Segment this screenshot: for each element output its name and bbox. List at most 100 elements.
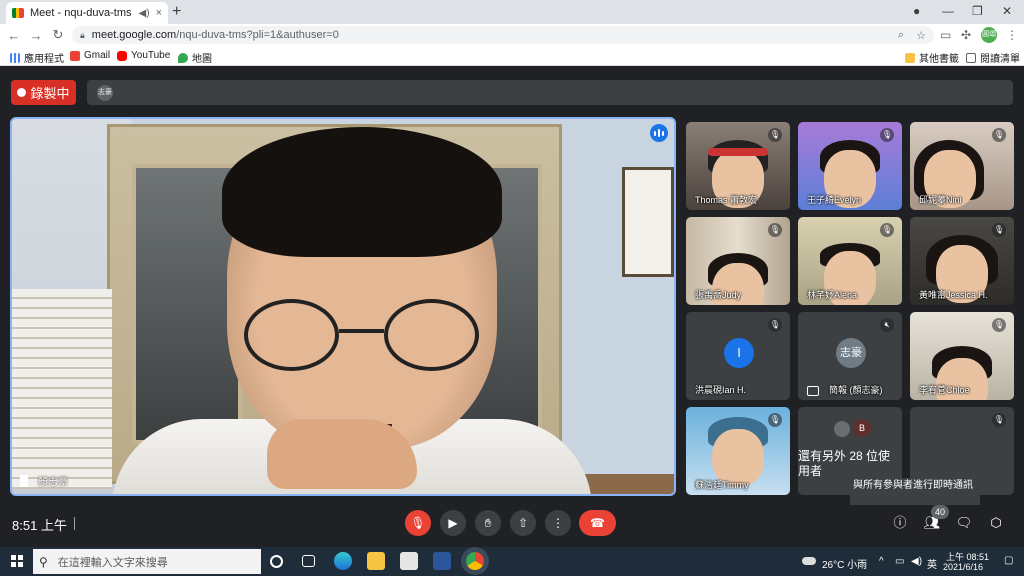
tray-chevron-icon[interactable]: ^ xyxy=(879,556,884,567)
forward-icon[interactable]: → xyxy=(25,28,47,43)
reload-icon[interactable]: ↻ xyxy=(47,27,69,43)
extensions-icon[interactable]: ✣ xyxy=(961,28,971,42)
participant-name: 黃唯甯Jessica H. xyxy=(919,290,988,300)
cast-icon[interactable]: ▭ xyxy=(940,28,951,42)
activities-icon[interactable]: ⬡ xyxy=(987,514,1005,532)
participant-tile[interactable]: 🎙︎ 蘇浩廷Timmy xyxy=(686,407,790,495)
more-options-button[interactable]: ⋮ xyxy=(545,510,571,536)
lock-icon: 🔒︎ xyxy=(80,29,85,40)
bookmark-label: YouTube xyxy=(131,50,171,61)
leave-call-button[interactable]: ☎︎ xyxy=(579,510,616,536)
camera-toggle-button[interactable]: ▶ xyxy=(440,510,466,536)
start-windows-icon[interactable] xyxy=(11,555,23,567)
browser-tab[interactable]: Meet - nqu-duva-tms ◀) × xyxy=(6,2,168,24)
present-now-button[interactable]: ⇧ xyxy=(510,510,536,536)
url-host: meet.google.com xyxy=(91,29,177,41)
raise-hand-button[interactable]: ✋︎ xyxy=(475,510,501,536)
word-icon[interactable] xyxy=(433,552,451,570)
zoom-icon[interactable]: ⌕ xyxy=(898,29,904,42)
participant-tile[interactable]: I 🎙︎ 洪晨硯Ian H. xyxy=(686,312,790,400)
meeting-time: 8:51 上午 xyxy=(12,518,67,533)
bookmark-star-icon[interactable]: ☆ xyxy=(916,29,926,42)
profile-avatar[interactable]: 圓頌 xyxy=(981,27,997,43)
tab-search-icon[interactable]: ● xyxy=(913,4,920,18)
bookmark-youtube[interactable]: YouTube xyxy=(117,50,170,61)
microphone-toggle-button[interactable]: 🎙︎ xyxy=(405,510,431,536)
participant-name: 張禹喬Judy xyxy=(695,290,742,300)
bookmark-other[interactable]: 其他書籤 xyxy=(905,50,959,65)
mic-off-icon: 🎙︎ xyxy=(768,318,782,332)
ime-indicator[interactable]: 英 xyxy=(927,556,937,571)
speaker-figure xyxy=(267,419,417,489)
url-input[interactable]: 🔒︎ meet.google.com/nqu-duva-tms?pli=1&au… xyxy=(72,26,934,44)
mic-off-icon: 🎙︎ xyxy=(992,413,1006,427)
bookmarks-bar: 應用程式 Gmail YouTube 地圖 其他書籤 閱讀清單 xyxy=(0,46,1024,66)
participant-name: 王子綺Evelyn xyxy=(807,195,862,205)
bookmark-label: 其他書籤 xyxy=(919,54,959,65)
presenter-chip[interactable]: 志豪 xyxy=(97,85,113,101)
address-bar-row: ← → ↻ 🔒︎ meet.google.com/nqu-duva-tms?pl… xyxy=(0,24,1024,46)
mic-off-icon: 🎙︎ xyxy=(768,128,782,142)
participant-tile[interactable]: 🎙︎ 王子綺Evelyn xyxy=(798,122,902,210)
participant-tile[interactable]: 🎙︎ 黃唯甯Jessica H. xyxy=(910,217,1014,305)
close-window-icon[interactable]: ✕ xyxy=(1002,4,1012,18)
maps-pin-icon xyxy=(178,52,188,63)
youtube-icon xyxy=(117,50,127,61)
participant-tile[interactable]: 🎙︎ 林芊妤Alena xyxy=(798,217,902,305)
weather-icon xyxy=(802,557,816,565)
tab-close-icon[interactable]: × xyxy=(156,7,162,19)
presentation-tile[interactable]: 志豪 🔇︎ 簡報 (顏志豪) xyxy=(798,312,902,400)
bookmark-apps[interactable]: 應用程式 xyxy=(10,50,64,65)
weather-text[interactable]: 26°C 小雨 xyxy=(822,556,867,571)
participant-tile[interactable]: 🎙︎ 張禹喬Judy xyxy=(686,217,790,305)
bookmark-maps[interactable]: 地圖 xyxy=(178,50,212,65)
video-background xyxy=(622,167,674,277)
search-placeholder: 在這裡輸入文字來搜尋 xyxy=(57,556,168,569)
participant-tile[interactable]: 🎙︎ 邱妮蓁Nini xyxy=(910,122,1014,210)
gmail-icon xyxy=(70,50,80,61)
mic-off-icon: 🎙︎ xyxy=(992,223,1006,237)
volume-icon[interactable]: ◀) xyxy=(911,556,922,567)
participant-name: 蘇浩廷Timmy xyxy=(695,480,749,490)
mic-off-icon: 🎙︎ xyxy=(410,516,426,530)
cortana-icon[interactable] xyxy=(270,555,283,568)
more-vert-icon: ⋮ xyxy=(552,516,564,530)
participant-tile[interactable]: 🎙︎ 李宥菅Chloe xyxy=(910,312,1014,400)
tab-strip: Meet - nqu-duva-tms ◀) × + ● — ❐ ✕ xyxy=(0,0,1024,24)
file-explorer-icon[interactable] xyxy=(367,552,385,570)
store-icon[interactable] xyxy=(400,552,418,570)
main-speaker-video[interactable]: 顏志豪 xyxy=(10,117,676,496)
taskbar-search-input[interactable]: ⚲ 在這裡輸入文字來搜尋 xyxy=(33,549,261,574)
network-icon[interactable]: ▭ xyxy=(895,556,904,567)
mic-off-icon: 🎙︎ xyxy=(768,223,782,237)
mic-off-icon: 🎙︎ xyxy=(992,318,1006,332)
chat-icon[interactable]: 🗨︎ xyxy=(955,514,973,532)
clock-date[interactable]: 2021/6/16 xyxy=(943,562,983,572)
mic-off-icon: 🎙︎ xyxy=(992,128,1006,142)
participant-tile[interactable]: 🎙︎ Thomas 蕭敦宏 xyxy=(686,122,790,210)
back-icon[interactable]: ← xyxy=(3,28,25,43)
notification-icon[interactable]: ▢ xyxy=(1004,555,1013,566)
participant-name: 邱妮蓁Nini xyxy=(919,195,962,205)
menu-icon[interactable]: ⋮ xyxy=(1006,28,1018,42)
reading-list-icon xyxy=(966,52,976,63)
maximize-icon[interactable]: ❐ xyxy=(972,4,983,18)
minimize-icon[interactable]: — xyxy=(942,4,954,18)
recording-indicator[interactable]: 錄製中 xyxy=(11,80,76,105)
reading-list[interactable]: 閱讀清單 xyxy=(966,50,1020,65)
meeting-details-icon[interactable]: ⓘ xyxy=(891,514,909,532)
speaker-icon[interactable]: ◀) xyxy=(139,8,150,19)
folder-icon xyxy=(905,52,915,63)
pin-icon[interactable] xyxy=(20,474,28,487)
bookmark-gmail[interactable]: Gmail xyxy=(70,50,110,61)
presenter-avatar: 志豪 xyxy=(836,338,866,368)
task-view-icon[interactable] xyxy=(302,555,315,567)
participant-name: 李宥菅Chloe xyxy=(919,385,970,395)
url-path: /nqu-duva-tms?pli=1&authuser=0 xyxy=(176,29,339,41)
speaker-figure xyxy=(222,127,502,257)
chat-tooltip: 與所有參與者進行即時通訊 xyxy=(850,478,980,505)
chrome-icon[interactable] xyxy=(466,552,484,570)
bookmark-label: 閱讀清單 xyxy=(980,54,1020,65)
new-tab-button[interactable]: + xyxy=(172,3,181,21)
edge-icon[interactable] xyxy=(334,552,352,570)
